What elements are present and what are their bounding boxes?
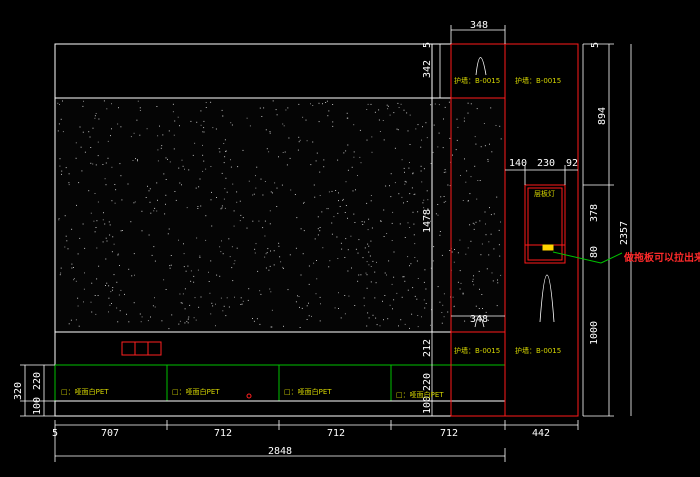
dim-712-c: 712	[440, 428, 458, 439]
drawing-canvas: 348 348 5 5 342 894 2357 140 230 92 378 …	[13, 20, 700, 462]
dim-212: 212	[422, 339, 433, 357]
dim-right-5: 5	[590, 42, 601, 48]
dim-1000: 1000	[589, 321, 600, 345]
label-huqiang-2: 护墙：B-0015	[515, 76, 561, 85]
cad-elevation-drawing: 348 348 5 5 342 894 2357 140 230 92 378 …	[0, 0, 700, 477]
annotation-note: 做拖板可以拉出来	[623, 251, 700, 264]
dim-140: 140	[509, 158, 527, 169]
dim-2848: 2848	[268, 446, 292, 457]
dim-320: 320	[13, 382, 24, 400]
label-drawer-3: □：哑面白PET	[284, 387, 332, 396]
label-huqiang-3: 护墙：B-0015	[454, 346, 500, 355]
plinth	[54, 400, 506, 417]
dim-220-inner: 220	[422, 373, 433, 391]
drawer-tray	[542, 244, 554, 251]
label-drawer-2: □：哑面白PET	[172, 387, 220, 396]
socket-3	[147, 341, 162, 356]
label-drawer-4: □：哑面白PET	[396, 390, 444, 399]
knob	[246, 393, 252, 399]
label-drawer-1: □：哑面白PET	[61, 387, 109, 396]
dim-712-b: 712	[327, 428, 345, 439]
dim-92: 92	[566, 158, 578, 169]
dim-top-5: 5	[422, 42, 433, 48]
dim-top-348: 348	[470, 20, 488, 31]
dim-b-5: 5	[52, 428, 58, 439]
dim-bottom-348: 348	[470, 314, 488, 325]
annotation-leader	[552, 251, 623, 264]
dim-80: 80	[589, 246, 600, 258]
dim-707: 707	[101, 428, 119, 439]
socket-1	[121, 341, 136, 356]
dim-220: 220	[32, 372, 43, 390]
top-cabinet-box	[54, 43, 452, 99]
label-huqiang-1: 护墙：B-0015	[454, 76, 500, 85]
dim-100: 100	[32, 397, 43, 415]
low-cabinet	[54, 331, 506, 417]
dim-2357: 2357	[619, 221, 630, 245]
dim-712-a: 712	[214, 428, 232, 439]
label-huqiang-4: 护墙：B-0015	[515, 346, 561, 355]
dim-230: 230	[537, 158, 555, 169]
dim-342: 342	[422, 60, 433, 78]
label-shelf: 层板灯	[534, 189, 555, 198]
dim-378: 378	[589, 204, 600, 222]
dim-894: 894	[597, 107, 608, 125]
dim-1478: 1478	[422, 209, 433, 233]
socket-2	[134, 341, 149, 356]
dim-442: 442	[532, 428, 550, 439]
